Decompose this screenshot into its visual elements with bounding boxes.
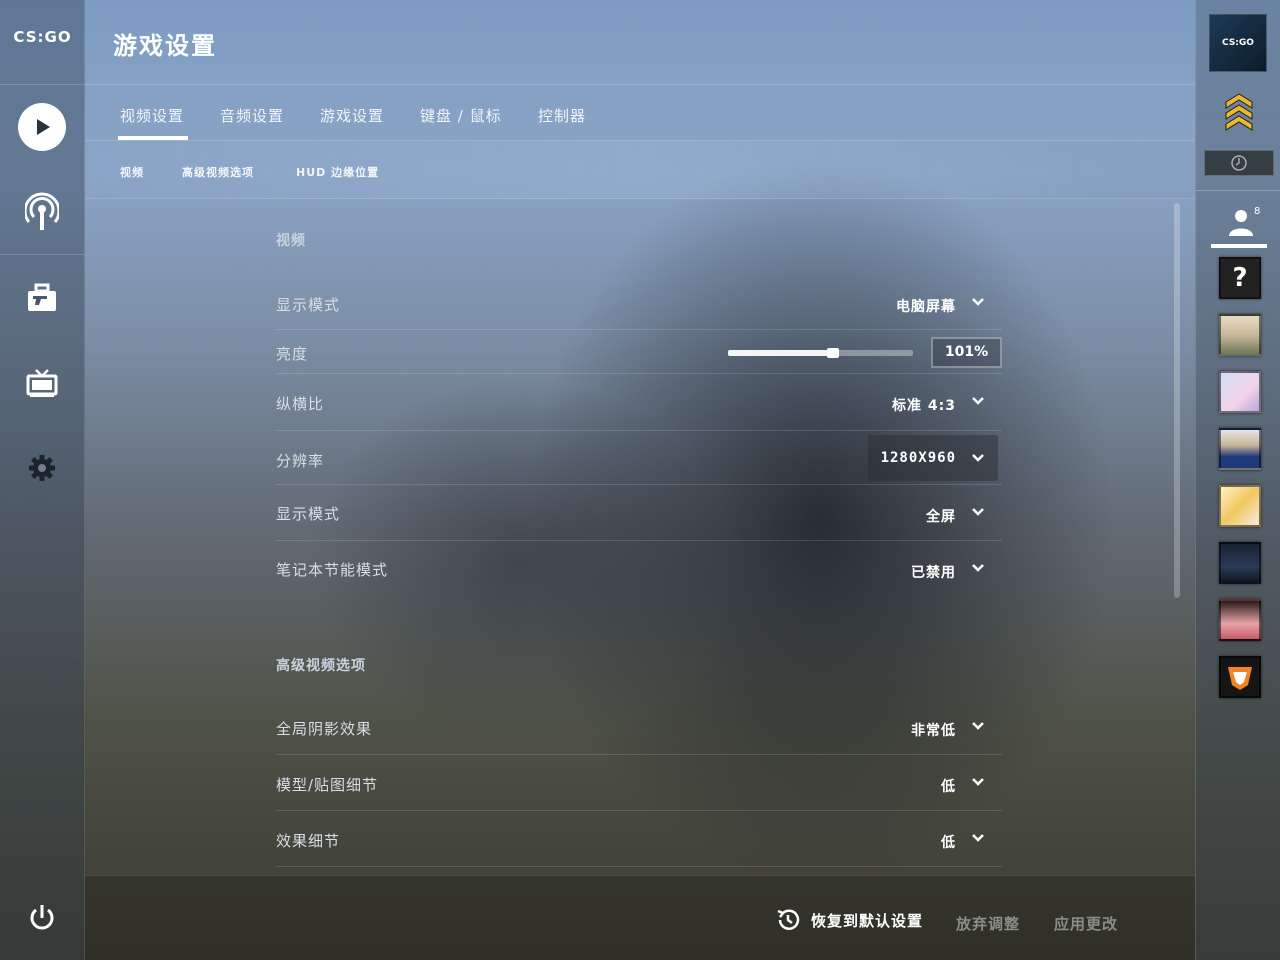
friend-avatar[interactable] (1219, 371, 1261, 413)
settings-content: 视频 显示模式 电脑屏幕 亮度 101% 纵横比 标准 4:3 分辨率 1280… (85, 199, 1195, 875)
nav-divider (0, 84, 85, 85)
setting-value[interactable]: 低 (941, 776, 956, 796)
chevron-down-icon[interactable] (970, 393, 986, 409)
page-title: 游戏设置 (113, 32, 217, 60)
play-button[interactable] (17, 102, 67, 152)
settings-button[interactable] (17, 443, 67, 493)
setting-row-model-texture: 模型/贴图细节 低 (276, 755, 1002, 811)
team-logo-icon (1228, 667, 1252, 690)
chevron-down-icon[interactable] (970, 830, 986, 846)
setting-value[interactable]: 标准 4:3 (892, 395, 956, 415)
setting-label: 显示模式 (276, 296, 341, 314)
setting-value[interactable]: 电脑屏幕 (896, 296, 956, 316)
chevron-down-icon[interactable] (970, 774, 986, 790)
setting-label: 全局阴影效果 (276, 720, 373, 738)
rank-badge-icon[interactable] (1224, 92, 1254, 140)
broadcast-icon (25, 192, 59, 230)
friends-count: 8 (1254, 206, 1261, 217)
player-avatar[interactable]: CS:GO (1209, 14, 1267, 72)
tab-audio-settings[interactable]: 音频设置 (220, 105, 284, 126)
friend-avatar[interactable]: ? (1219, 257, 1261, 299)
gear-icon (29, 455, 55, 481)
slider-handle[interactable] (827, 348, 840, 358)
watch-broadcast-button[interactable] (17, 187, 67, 237)
setting-value[interactable]: 1280X960 (881, 450, 956, 466)
power-button[interactable] (17, 893, 67, 943)
tab-game-settings[interactable]: 游戏设置 (320, 105, 384, 126)
chevron-down-icon[interactable] (970, 450, 986, 466)
scrollbar[interactable] (1174, 203, 1180, 598)
sub-tabs: 视频 高级视频选项 HUD 边缘位置 (85, 141, 1195, 199)
setting-row-brightness: 亮度 101% (276, 330, 1002, 374)
setting-label: 纵横比 (276, 395, 325, 413)
history-icon (777, 909, 800, 930)
tab-controller[interactable]: 控制器 (538, 105, 586, 126)
inventory-icon (28, 283, 56, 311)
friend-avatar[interactable] (1219, 485, 1261, 527)
play-icon (18, 103, 66, 151)
main-tabs: 视频设置 音频设置 游戏设置 键盘 / 鼠标 控制器 (85, 85, 1195, 141)
chevron-down-icon[interactable] (970, 718, 986, 734)
reset-defaults-label: 恢复到默认设置 (811, 911, 924, 930)
power-icon (30, 905, 54, 930)
divider (1196, 190, 1280, 191)
csgo-logo: CS:GO (13, 28, 72, 46)
tab-video-settings[interactable]: 视频设置 (117, 105, 189, 140)
nav-divider (0, 254, 85, 255)
friend-avatar[interactable] (1219, 599, 1261, 641)
subtab-hud-edge[interactable]: HUD 边缘位置 (296, 164, 379, 180)
tv-icon (26, 369, 58, 397)
chevron-down-icon[interactable] (970, 294, 986, 310)
inventory-button[interactable] (17, 273, 67, 323)
discard-changes-button[interactable]: 放弃调整 (956, 913, 1020, 934)
chevron-down-icon[interactable] (970, 504, 986, 520)
friend-avatar[interactable] (1219, 542, 1261, 584)
section-title-advanced-video: 高级视频选项 (276, 658, 366, 674)
watch-button[interactable] (17, 358, 67, 408)
brightness-slider[interactable] (728, 348, 913, 358)
setting-row-aspect-ratio: 纵横比 标准 4:3 (276, 374, 1002, 431)
right-sidebar: CS:GO 8 ? (1195, 0, 1280, 960)
footer-bar: 恢复到默认设置 放弃调整 应用更改 (85, 875, 1195, 960)
left-nav: CS:GO (0, 0, 85, 960)
setting-row-display-mode-2: 显示模式 全屏 (276, 485, 1002, 541)
setting-label: 分辨率 (276, 452, 325, 470)
setting-value[interactable]: 全屏 (926, 506, 956, 526)
subtab-video[interactable]: 视频 (120, 164, 144, 180)
setting-row-global-shadow: 全局阴影效果 非常低 (276, 699, 1002, 755)
setting-label: 显示模式 (276, 505, 341, 523)
cooldown-button[interactable] (1204, 150, 1274, 176)
setting-row-effect-detail: 效果细节 低 (276, 811, 1002, 867)
unknown-avatar-label: ? (1232, 263, 1248, 293)
setting-label: 亮度 (276, 345, 309, 363)
apply-changes-button[interactable]: 应用更改 (1054, 913, 1118, 934)
section-title-video: 视频 (276, 233, 306, 249)
setting-value[interactable]: 低 (941, 832, 956, 852)
setting-label: 模型/贴图细节 (276, 776, 379, 794)
header: 游戏设置 (85, 0, 1195, 85)
friends-button[interactable]: 8 (1211, 204, 1267, 248)
friend-avatar[interactable] (1219, 428, 1261, 470)
subtab-advanced-video[interactable]: 高级视频选项 (182, 164, 254, 180)
setting-value[interactable]: 已禁用 (911, 562, 956, 582)
friend-avatar[interactable] (1219, 656, 1261, 698)
setting-value[interactable]: 非常低 (911, 720, 956, 740)
clock-icon (1231, 155, 1247, 171)
person-icon (1229, 210, 1253, 236)
reset-defaults-button[interactable]: 恢复到默认设置 (775, 907, 923, 933)
setting-row-laptop-power: 笔记本节能模式 已禁用 (276, 541, 1002, 597)
friend-avatar[interactable] (1219, 314, 1261, 356)
avatar-logo: CS:GO (1222, 38, 1254, 48)
chevron-down-icon[interactable] (970, 560, 986, 576)
tab-keyboard-mouse[interactable]: 键盘 / 鼠标 (420, 105, 502, 126)
setting-row-display-mode: 显示模式 电脑屏幕 (276, 279, 1002, 330)
brightness-input[interactable]: 101% (931, 337, 1002, 368)
setting-label: 笔记本节能模式 (276, 561, 389, 579)
slider-fill (728, 350, 834, 356)
setting-label: 效果细节 (276, 832, 341, 850)
setting-row-resolution: 分辨率 1280X960 (276, 431, 1002, 485)
